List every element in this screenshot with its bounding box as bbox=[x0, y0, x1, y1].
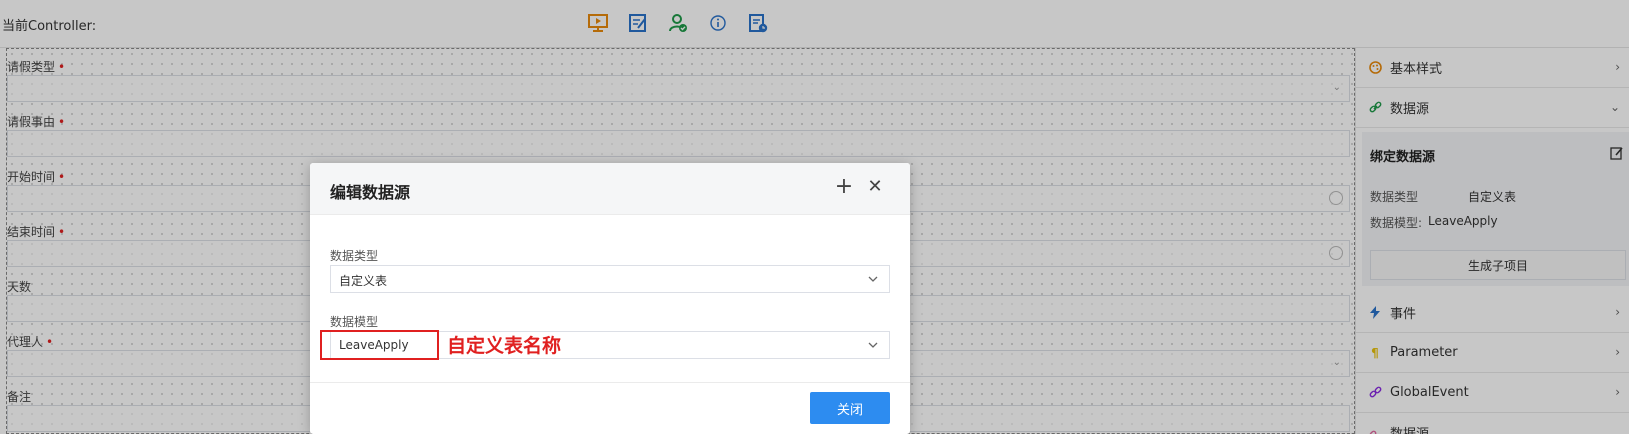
designer-page: 当前Controller: 请假类型 • ⌄ 请假事由 • 开始时间 • 结束时… bbox=[0, 0, 1629, 434]
close-icon[interactable]: ✕ bbox=[863, 175, 887, 199]
annotation-highlight-box bbox=[320, 330, 439, 360]
chevron-down-icon bbox=[867, 273, 879, 285]
edit-data-source-dialog: 编辑数据源 + ✕ 数据类型 自定义表 数据模型 LeaveApply 关闭 bbox=[310, 163, 910, 434]
dialog-divider bbox=[310, 382, 910, 383]
data-model-label: 数据模型 bbox=[330, 315, 379, 329]
data-type-select[interactable]: 自定义表 bbox=[330, 265, 890, 293]
maximize-icon[interactable]: + bbox=[832, 175, 856, 199]
annotation-text: 自定义表名称 bbox=[447, 335, 562, 357]
data-type-value: 自定义表 bbox=[339, 274, 388, 288]
data-type-label: 数据类型 bbox=[330, 249, 379, 263]
close-button[interactable]: 关闭 bbox=[810, 392, 890, 424]
dialog-title: 编辑数据源 bbox=[330, 183, 411, 202]
dialog-header: 编辑数据源 + ✕ bbox=[310, 163, 910, 215]
chevron-down-icon bbox=[867, 339, 879, 351]
